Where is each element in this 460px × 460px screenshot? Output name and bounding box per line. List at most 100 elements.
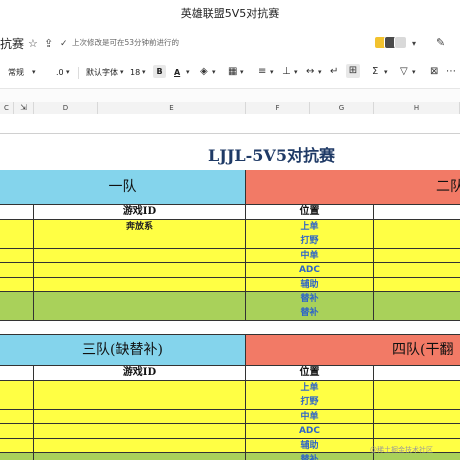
blank-cell[interactable] — [0, 263, 34, 278]
blank-cell[interactable] — [0, 277, 34, 293]
chevron-down-icon[interactable]: ▾ — [412, 37, 416, 51]
column-header-h[interactable]: H — [374, 102, 460, 114]
team3-position-cell[interactable]: 上单 — [246, 381, 374, 396]
document-name[interactable]: 抗赛 — [0, 35, 24, 52]
team1-position-cell[interactable]: 替补 — [246, 292, 374, 307]
blank-cell[interactable] — [0, 409, 34, 425]
chevron-down-icon[interactable]: ▾ — [270, 66, 274, 78]
team3-header[interactable]: 三队(缺替补) — [0, 335, 246, 366]
style-select[interactable]: 常规 — [8, 67, 24, 79]
blank-cell[interactable] — [0, 366, 34, 381]
chevron-down-icon[interactable]: ▾ — [384, 66, 388, 78]
font-select[interactable]: 默认字体 — [86, 67, 118, 79]
vertical-align-icon[interactable]: ⊥ — [282, 66, 291, 78]
team3-position-cell[interactable]: 中单 — [246, 409, 374, 425]
blank-cell[interactable] — [0, 306, 34, 321]
team1-position-cell[interactable]: 辅助 — [246, 277, 374, 293]
blank-cell[interactable] — [0, 453, 34, 460]
star-icon[interactable]: ☆ — [28, 37, 38, 51]
font-color-button[interactable]: A — [174, 67, 180, 79]
column-header-e[interactable]: E — [98, 102, 246, 114]
blank-cell[interactable] — [374, 248, 460, 264]
wrap-text-icon[interactable]: ↵ — [330, 66, 338, 78]
blank-cell[interactable] — [0, 205, 34, 220]
team3-position-cell[interactable]: 替补 — [246, 453, 374, 460]
spreadsheet-grid[interactable]: LJJL-5V5对抗赛 一队 二队 游戏ID 位置 奔放系上单打野中单ADC辅助… — [0, 114, 460, 460]
filter-icon[interactable]: ▽ — [400, 66, 408, 78]
team3-player-id-cell[interactable] — [34, 438, 246, 454]
column-header-g[interactable]: G — [310, 102, 374, 114]
team1-position-cell[interactable]: 中单 — [246, 248, 374, 264]
hidden-column-toggle-icon[interactable]: ⇲ — [14, 102, 34, 114]
spacer-row[interactable] — [0, 321, 460, 335]
team1-player-id-cell[interactable] — [34, 292, 246, 307]
border-icon[interactable]: ▦ — [228, 66, 237, 78]
column-header-c[interactable]: C — [0, 102, 14, 114]
team3-player-id-cell[interactable] — [34, 381, 246, 396]
team1-position-cell[interactable]: 打野 — [246, 234, 374, 249]
blank-cell[interactable] — [0, 234, 34, 249]
chevron-down-icon[interactable]: ▾ — [294, 66, 298, 78]
blank-cell[interactable] — [374, 395, 460, 410]
empty-row[interactable] — [0, 114, 460, 134]
sheet-title-cell[interactable]: LJJL-5V5对抗赛 — [0, 134, 460, 171]
blank-cell[interactable] — [374, 306, 460, 321]
chevron-down-icon[interactable]: ▾ — [318, 66, 322, 78]
decimal-button[interactable]: .0 — [56, 67, 64, 79]
team3-id-header[interactable]: 游戏ID — [34, 366, 246, 381]
team1-player-id-cell[interactable] — [34, 248, 246, 264]
chevron-down-icon[interactable]: ▾ — [412, 66, 416, 78]
blank-cell[interactable] — [374, 409, 460, 425]
avatar[interactable] — [394, 36, 407, 49]
horizontal-align-icon[interactable]: ↔ — [306, 66, 314, 78]
more-icon[interactable]: ⋯ — [446, 66, 456, 78]
share-icon[interactable]: ⇪ — [44, 37, 53, 51]
chevron-down-icon[interactable]: ▾ — [66, 66, 70, 78]
align-left-icon[interactable]: ≡ — [258, 66, 266, 78]
team1-player-id-cell[interactable]: 奔放系 — [34, 220, 246, 235]
blank-cell[interactable] — [374, 277, 460, 293]
chevron-down-icon[interactable]: ▾ — [120, 66, 124, 78]
blank-cell[interactable] — [374, 234, 460, 249]
edit-icon[interactable]: ✎ — [436, 36, 445, 50]
merge-cells-icon[interactable]: ⊞ — [346, 64, 360, 78]
blank-cell[interactable] — [374, 366, 460, 381]
team1-id-header[interactable]: 游戏ID — [34, 205, 246, 220]
insert-image-icon[interactable]: ⊠ — [430, 66, 438, 78]
blank-cell[interactable] — [374, 263, 460, 278]
team3-position-cell[interactable]: ADC — [246, 424, 374, 439]
blank-cell[interactable] — [0, 381, 34, 396]
team1-header[interactable]: 一队 — [0, 170, 246, 205]
blank-cell[interactable] — [374, 381, 460, 396]
blank-cell[interactable] — [0, 395, 34, 410]
team4-header-cell[interactable]: 四队(干翻 — [246, 335, 460, 366]
blank-cell[interactable] — [374, 424, 460, 439]
team3-position-cell[interactable]: 辅助 — [246, 438, 374, 454]
team3-player-id-cell[interactable] — [34, 453, 246, 460]
team1-position-cell[interactable]: 上单 — [246, 220, 374, 235]
team1-position-cell[interactable]: 替补 — [246, 306, 374, 321]
team1-player-id-cell[interactable] — [34, 234, 246, 249]
team3-player-id-cell[interactable] — [34, 424, 246, 439]
team1-player-id-cell[interactable] — [34, 263, 246, 278]
blank-cell[interactable] — [0, 292, 34, 307]
blank-cell[interactable] — [0, 424, 34, 439]
sum-icon[interactable]: Σ — [372, 66, 378, 78]
blank-cell[interactable] — [374, 220, 460, 235]
blank-cell[interactable] — [0, 248, 34, 264]
team3-position-cell[interactable]: 打野 — [246, 395, 374, 410]
bold-button[interactable]: B — [153, 65, 166, 78]
chevron-down-icon[interactable]: ▾ — [212, 66, 216, 78]
font-size-select[interactable]: 18 — [130, 67, 140, 79]
team3-player-id-cell[interactable] — [34, 395, 246, 410]
team1-position-cell[interactable]: ADC — [246, 263, 374, 278]
team2-header-cell[interactable]: 二队 — [246, 170, 460, 205]
fill-color-icon[interactable]: ◈ — [200, 66, 208, 78]
blank-cell[interactable] — [0, 438, 34, 454]
blank-cell[interactable] — [374, 205, 460, 220]
chevron-down-icon[interactable]: ▾ — [142, 66, 146, 78]
column-header-f[interactable]: F — [246, 102, 310, 114]
blank-cell[interactable] — [374, 292, 460, 307]
column-header-d[interactable]: D — [34, 102, 98, 114]
team1-player-id-cell[interactable] — [34, 306, 246, 321]
